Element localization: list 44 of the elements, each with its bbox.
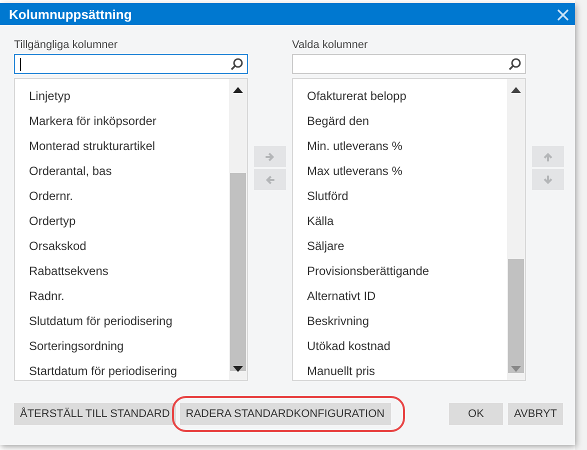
scrollbar-thumb[interactable]	[508, 258, 524, 373]
list-item[interactable]: Max utleverans %	[293, 158, 507, 184]
search-field[interactable]	[292, 54, 526, 74]
scroll-down-icon[interactable]	[233, 366, 243, 372]
scrollbar[interactable]	[507, 78, 525, 380]
list-item[interactable]: Startdatum för periodisering	[15, 358, 229, 380]
list-item[interactable]: Källa	[293, 208, 507, 234]
search-field[interactable]	[14, 54, 248, 74]
list-item[interactable]: Utökad kostnad	[293, 334, 507, 359]
list-item[interactable]: Alternativt ID	[293, 284, 507, 309]
dialog-title: Kolumnuppsättning	[9, 6, 132, 22]
list-item[interactable]: Linjetyp	[15, 84, 229, 109]
list-item[interactable]: Ordernr.	[15, 184, 229, 209]
arrow-icon	[541, 172, 555, 186]
list-item[interactable]: Sorteringsordning	[15, 334, 229, 359]
dialog-button[interactable]: AVBRYT	[508, 403, 563, 425]
list-item[interactable]: Markera för inköpsorder	[15, 108, 229, 134]
list-item[interactable]: Ofakturerat belopp	[293, 84, 507, 109]
list-item[interactable]: Slutförd	[293, 184, 507, 209]
list-item[interactable]: Orderantal, bas	[15, 158, 229, 184]
list-item[interactable]: Monterad strukturartikel	[15, 134, 229, 159]
scrollbar-thumb[interactable]	[230, 172, 246, 371]
list-item[interactable]: Slutdatum för periodisering	[15, 308, 229, 334]
list-item[interactable]: Säljare	[293, 234, 507, 259]
list-item[interactable]: Radnr.	[15, 284, 229, 309]
scroll-up-icon[interactable]	[233, 86, 243, 93]
list-label: Tillgängliga kolumner	[14, 39, 119, 52]
search-icon[interactable]	[508, 56, 522, 71]
list-item[interactable]: Orsakskod	[15, 234, 229, 259]
list-label: Valda kolumner	[292, 39, 369, 52]
list-item[interactable]: Begärd den	[293, 108, 507, 134]
list-item[interactable]: Manuellt pris	[293, 358, 507, 380]
scroll-up-icon[interactable]	[511, 86, 521, 93]
search-icon[interactable]	[230, 56, 244, 71]
scrollbar[interactable]	[229, 78, 247, 380]
list-item[interactable]: Provisionsberättigande	[293, 258, 507, 284]
list-item[interactable]: Min. utleverans %	[293, 134, 507, 159]
dialog-button[interactable]: OK	[449, 403, 503, 425]
list-item[interactable]: Rabattsekvens	[15, 258, 229, 284]
footer-button[interactable]: ÅTERSTÄLL TILL STANDARD	[14, 403, 176, 425]
footer-button[interactable]: RADERA STANDARDKONFIGURATION	[180, 403, 391, 425]
list-item[interactable]: Ordertyp	[15, 208, 229, 234]
list-item[interactable]: Beskrivning	[293, 308, 507, 334]
close-icon[interactable]	[557, 9, 569, 21]
